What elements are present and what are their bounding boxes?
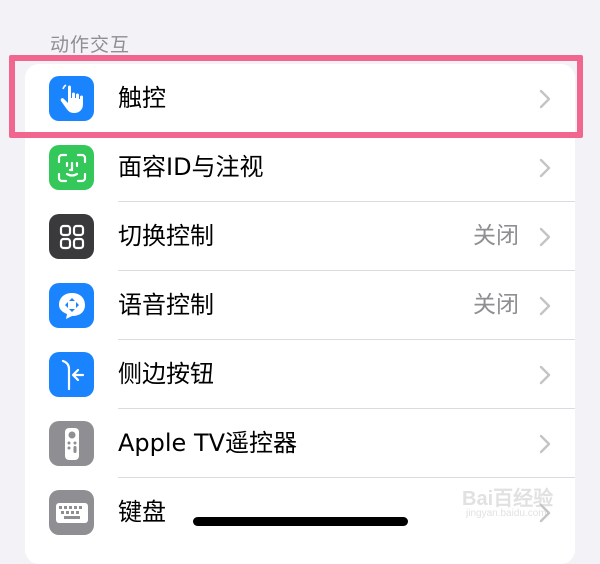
row-side-button-label: 侧边按钮 [118,360,214,388]
chevron-right-icon [539,434,551,454]
chevron-right-icon [539,89,551,109]
voice-control-icon [49,283,94,328]
row-face-id[interactable]: 面容ID与注视 [25,133,575,202]
watermark: Bai百经验 jingyan.baidu.com [462,478,590,526]
chevron-right-icon [539,158,551,178]
keyboard-icon [49,490,94,535]
row-face-id-label: 面容ID与注视 [118,153,264,181]
row-switch-control[interactable]: 切换控制 关闭 [25,202,575,271]
hand-touch-icon [49,76,94,121]
row-voice-control-value: 关闭 [473,292,519,318]
side-button-icon [49,352,94,397]
row-voice-control[interactable]: 语音控制 关闭 [25,271,575,340]
row-touch-label: 触控 [118,84,166,112]
watermark-logo: Bai百经验 [462,488,554,510]
row-side-button[interactable]: 侧边按钮 [25,340,575,409]
section-header: 动作交互 [50,34,131,56]
face-id-icon [49,145,94,190]
chevron-right-icon [539,365,551,385]
apple-tv-remote-icon [49,421,94,466]
row-keyboard-label: 键盘 [118,498,166,526]
switch-control-icon [49,214,94,259]
home-indicator[interactable] [193,517,408,526]
chevron-right-icon [539,296,551,316]
row-switch-control-value: 关闭 [473,223,519,249]
chevron-right-icon [539,227,551,247]
watermark-url: jingyan.baidu.com [466,508,547,519]
row-switch-control-label: 切换控制 [118,222,214,250]
row-apple-tv-remote-label: Apple TV遥控器 [118,429,298,457]
row-apple-tv-remote[interactable]: Apple TV遥控器 [25,409,575,478]
row-touch[interactable]: 触控 [25,64,575,133]
row-voice-control-label: 语音控制 [118,291,214,319]
